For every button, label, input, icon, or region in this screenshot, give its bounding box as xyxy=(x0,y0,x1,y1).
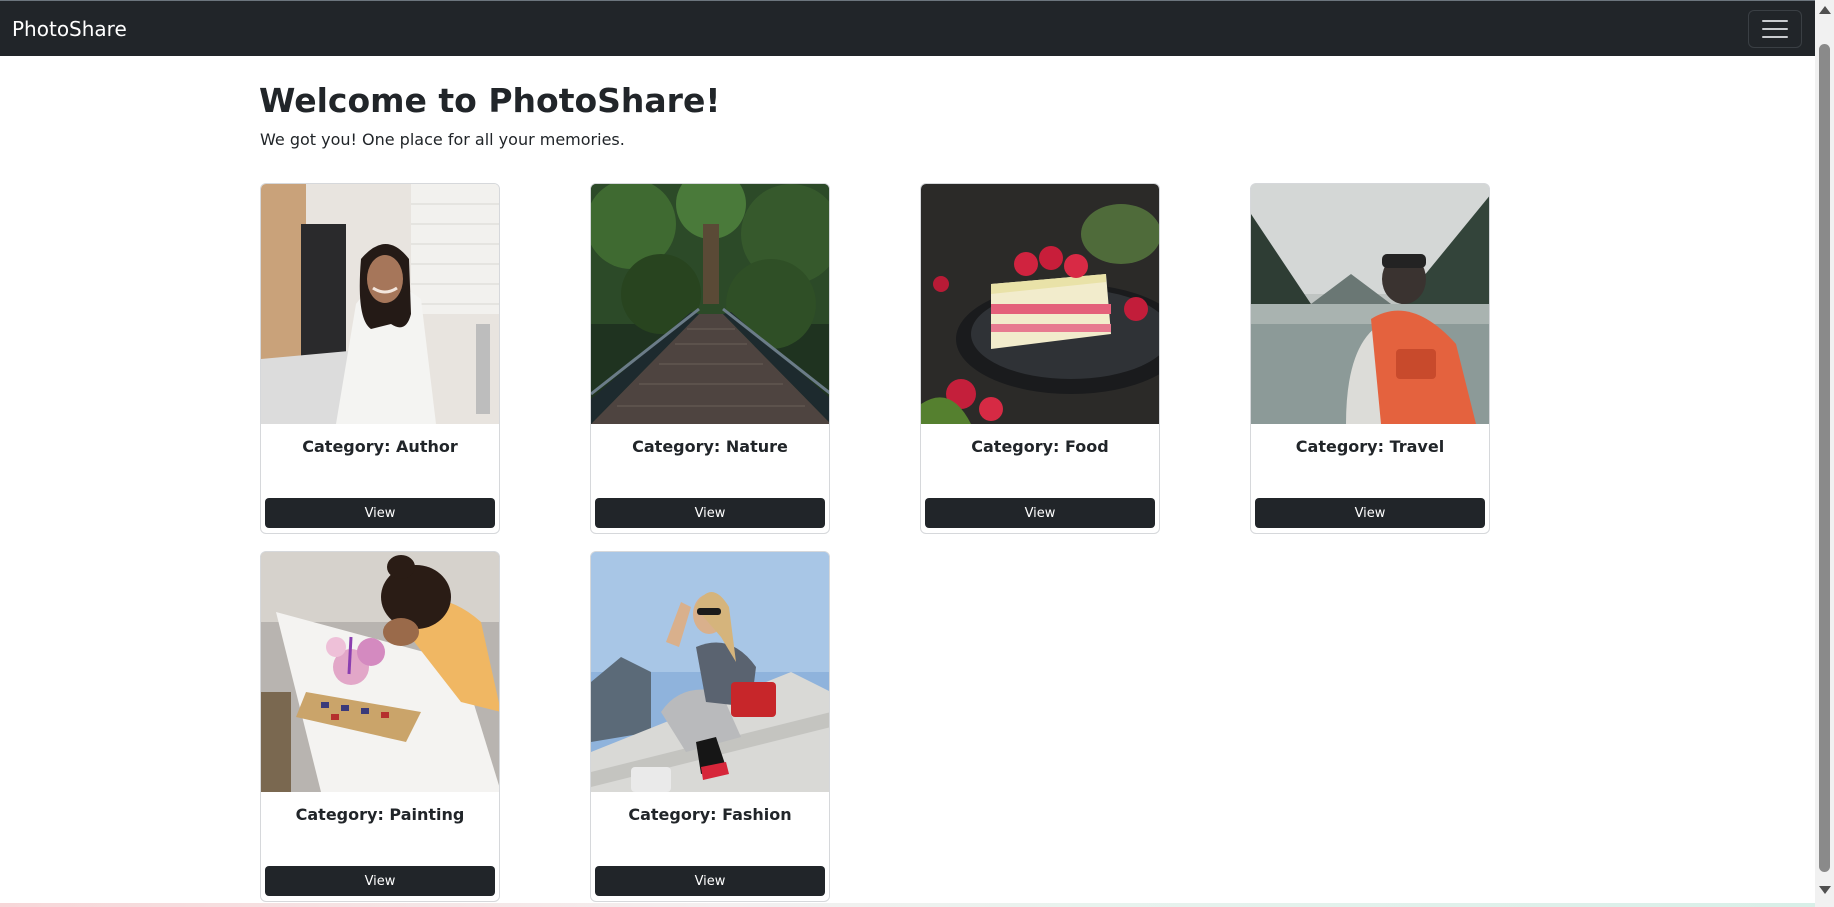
card-category-label: Category: Author xyxy=(302,437,458,456)
view-food-button[interactable]: View xyxy=(925,498,1155,528)
view-author-button[interactable]: View xyxy=(265,498,495,528)
card-author: Category: Author View xyxy=(260,183,500,534)
card-food: Category: Food View xyxy=(920,183,1160,534)
view-painting-button[interactable]: View xyxy=(265,866,495,896)
scroll-down-arrow-icon[interactable] xyxy=(1819,886,1831,894)
hamburger-icon xyxy=(1762,20,1788,22)
bottom-edge-strip xyxy=(0,903,1815,907)
scrollbar-thumb[interactable] xyxy=(1819,44,1830,872)
view-fashion-button[interactable]: View xyxy=(595,866,825,896)
top-navbar: PhotoShare xyxy=(0,0,1815,56)
card-travel: Category: Travel View xyxy=(1250,183,1490,534)
fashion-photo xyxy=(591,552,829,792)
card-nature: Category: Nature View xyxy=(590,183,830,534)
scroll-up-arrow-icon[interactable] xyxy=(1819,6,1831,14)
view-nature-button[interactable]: View xyxy=(595,498,825,528)
view-travel-button[interactable]: View xyxy=(1255,498,1485,528)
card-category-label: Category: Travel xyxy=(1295,437,1445,456)
card-category-label: Category: Painting xyxy=(295,805,465,824)
card-fashion: Category: Fashion View xyxy=(590,551,830,902)
navbar-toggle-button[interactable] xyxy=(1748,10,1802,48)
card-category-label: Category: Nature xyxy=(632,437,788,456)
card-painting: Category: Painting View xyxy=(260,551,500,902)
card-category-label: Category: Fashion xyxy=(628,805,792,824)
card-category-label: Category: Food xyxy=(971,437,1109,456)
food-photo xyxy=(921,184,1159,424)
author-photo xyxy=(261,184,499,424)
travel-photo xyxy=(1251,184,1489,424)
painting-photo xyxy=(261,552,499,792)
nature-photo xyxy=(591,184,829,424)
brand-logo-link[interactable]: PhotoShare xyxy=(12,16,127,42)
page-subtitle: We got you! One place for all your memor… xyxy=(260,130,625,149)
page-scrollbar[interactable] xyxy=(1815,0,1834,907)
page-title: Welcome to PhotoShare! xyxy=(259,81,721,120)
